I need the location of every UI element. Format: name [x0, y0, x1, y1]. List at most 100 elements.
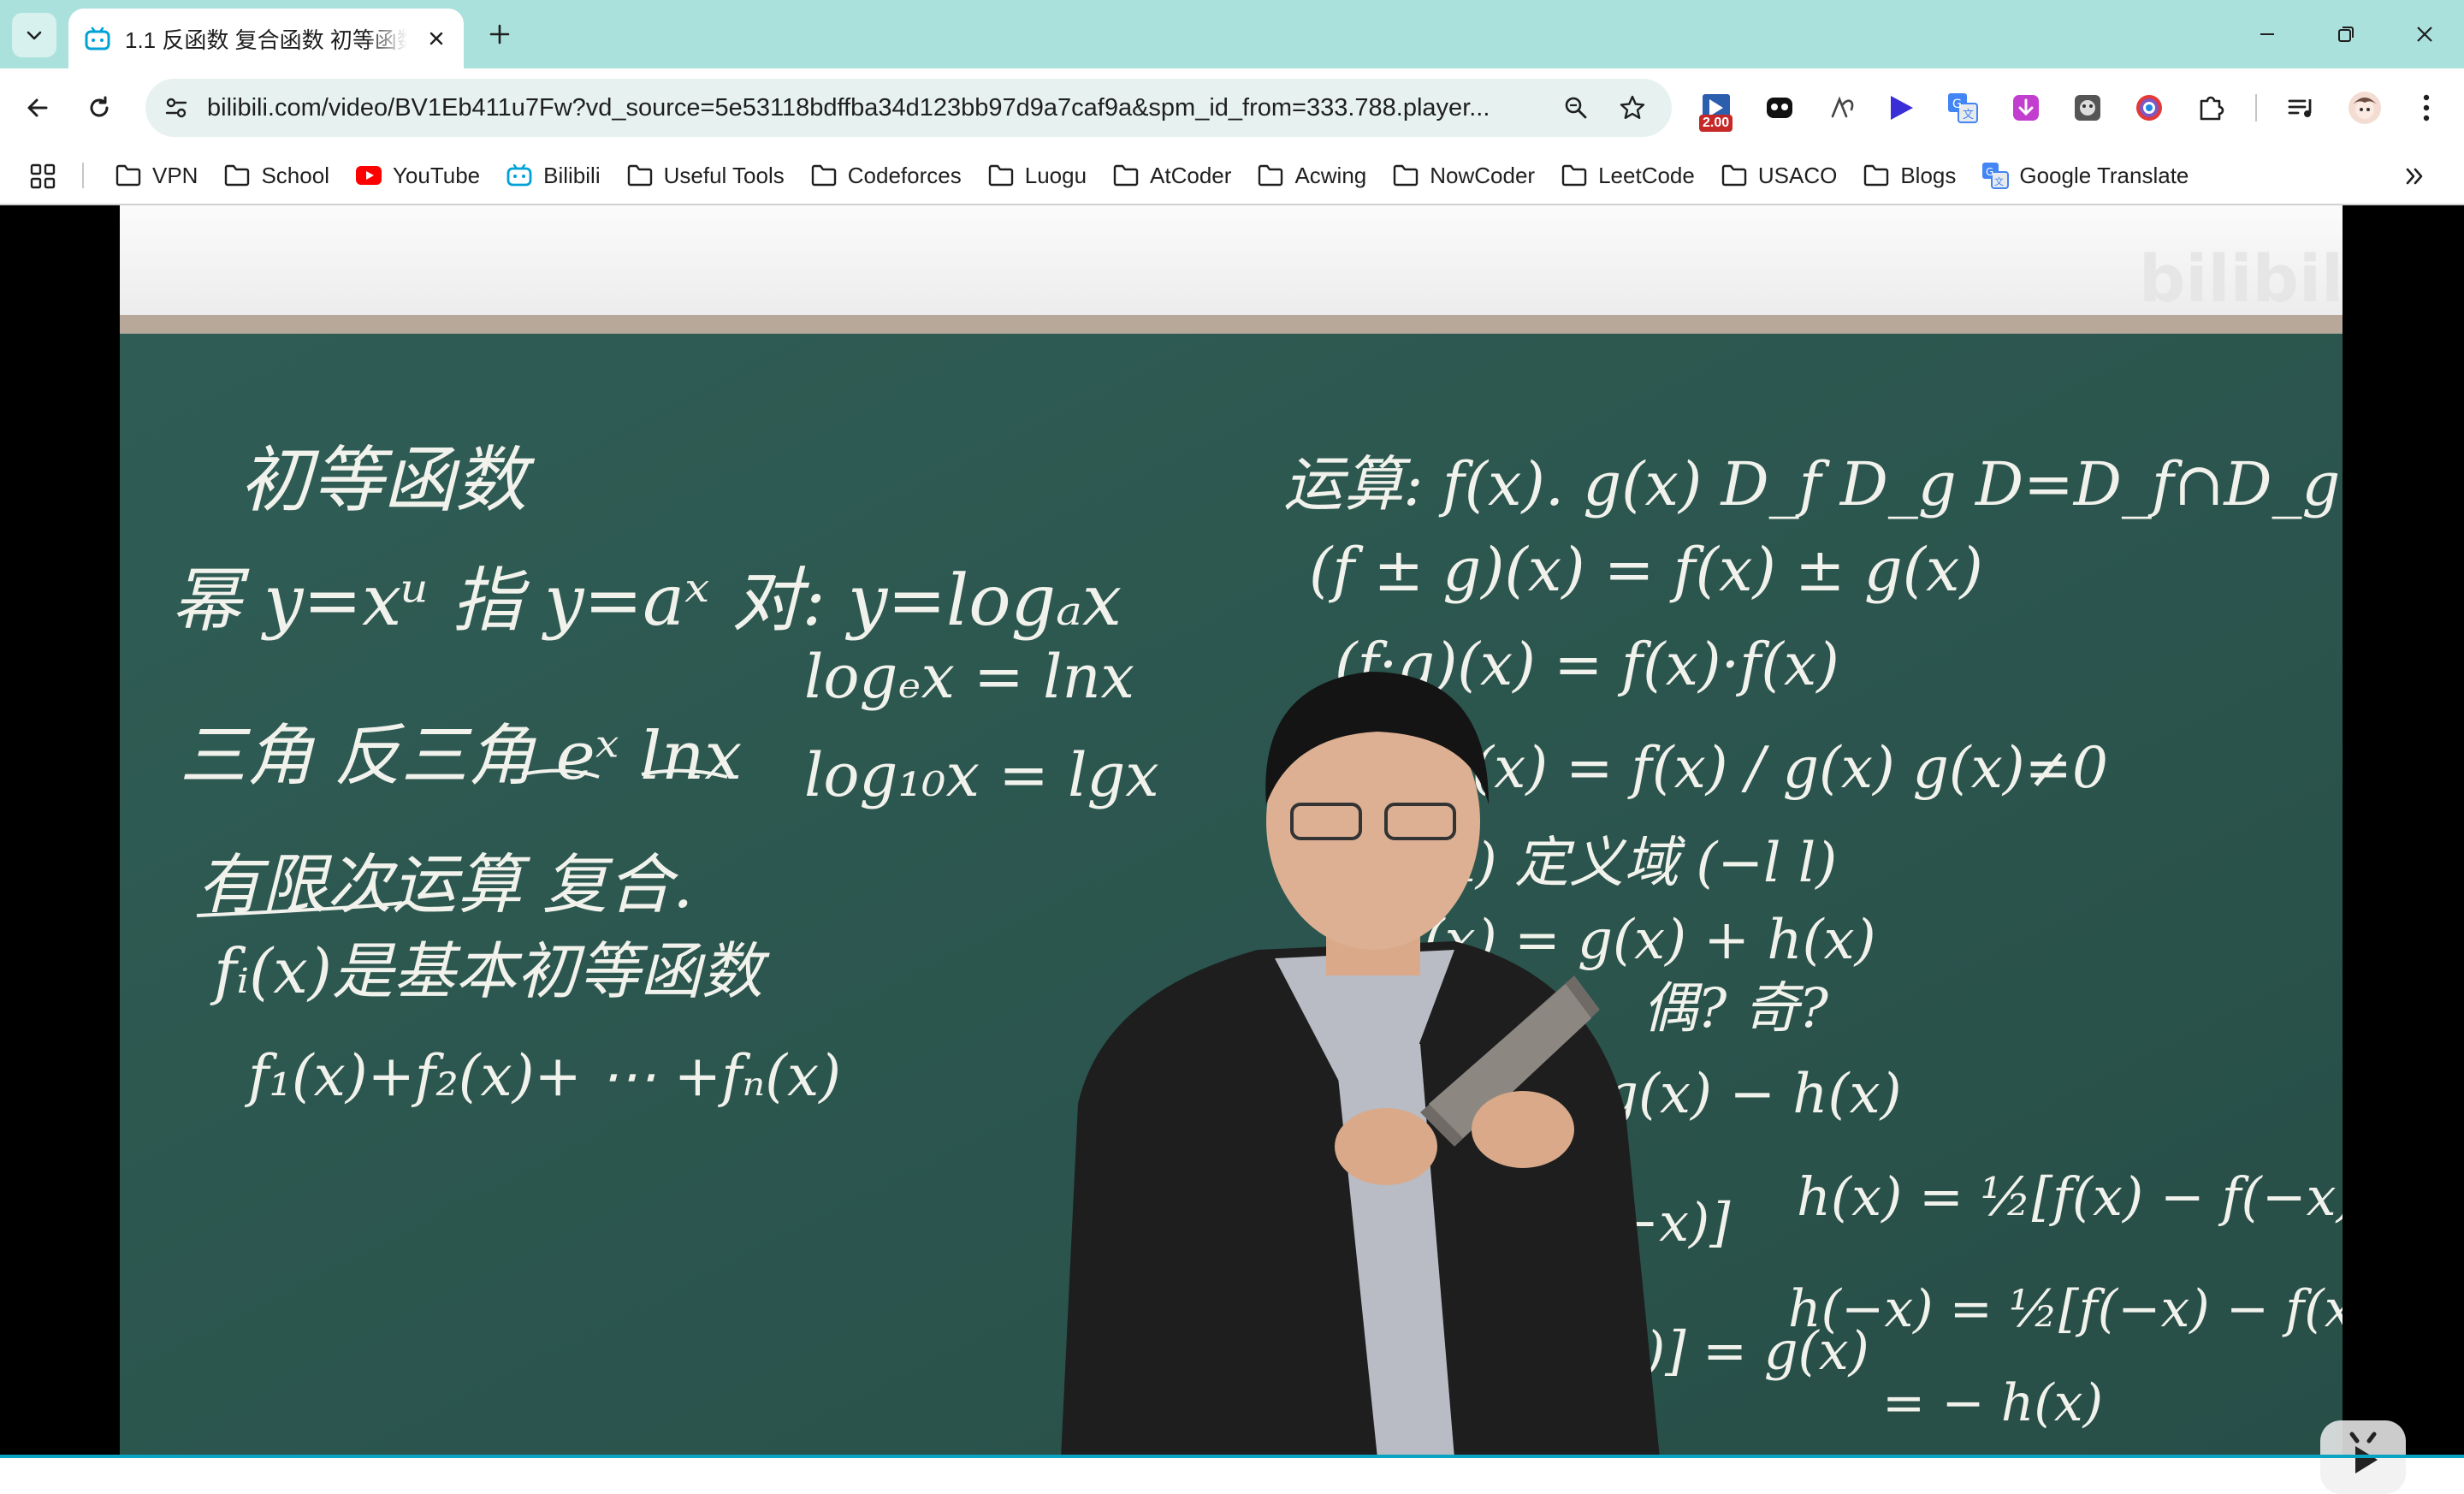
bookmark-atcoder[interactable]: AtCoder [1107, 155, 1245, 196]
bookmark-label: AtCoder [1150, 162, 1232, 188]
bilibili-watermark: bilibili [2139, 240, 2343, 317]
board-right-heading: 运算: f(x). g(x) D_f D_g D=D_f∩D_g ≠ φ [1283, 449, 2343, 519]
apps-grid-icon[interactable] [26, 159, 60, 193]
back-arrow-icon [27, 98, 48, 117]
download-extension-icon[interactable] [2005, 87, 2046, 128]
speed-extension-icon[interactable]: 2.00 [1696, 87, 1737, 132]
profile-avatar[interactable] [2344, 87, 2385, 128]
folder-icon [1719, 160, 1750, 191]
tab-search-button[interactable] [12, 13, 56, 57]
bookmark-bilibili[interactable]: Bilibili [500, 155, 613, 196]
toolbar: bilibili.com/video/BV1Eb411u7Fw?vd_sourc… [0, 68, 2464, 147]
bookmark-nowcoder[interactable]: NowCoder [1387, 155, 1549, 196]
page-content: bilibili 初等函数 幂 y=xᵘ 指 y=aˣ 对: y=logₐx 三… [0, 205, 2464, 1494]
bookmark-useful-tools[interactable]: Useful Tools [621, 155, 798, 196]
minimize-icon [2260, 33, 2274, 35]
address-bar[interactable]: bilibili.com/video/BV1Eb411u7Fw?vd_sourc… [145, 79, 1672, 137]
reader-extension-icon[interactable] [1822, 87, 1863, 128]
bookmarks-bar: VPN School YouTube Bilibili Useful Tools Code… [0, 147, 2464, 204]
bookmark-label: Useful Tools [663, 162, 785, 188]
zoom-icon[interactable] [1557, 89, 1595, 127]
active-tab[interactable]: 1.1 反函数 复合函数 初等函数_哔哩哔哩_bilibili [68, 9, 464, 68]
board-frame [120, 315, 2343, 334]
bookmark-codeforces[interactable]: Codeforces [805, 155, 975, 196]
reload-button[interactable] [77, 86, 121, 130]
translate-extension-icon[interactable]: G文 [1942, 87, 1983, 128]
board-right-line1: (f ± g)(x) = f(x) ± g(x) [1309, 535, 1983, 605]
progress-bar [0, 1455, 2464, 1458]
board-left-line1: 幂 y=xᵘ 指 y=aˣ 对: y=logₐx [171, 560, 1122, 642]
restore-icon [2338, 27, 2354, 42]
folder-icon [1255, 160, 1286, 191]
bookmark-star-icon[interactable] [1614, 89, 1651, 127]
wall [120, 205, 2343, 320]
bookmark-label: Luogu [1024, 162, 1087, 188]
bookmark-youtube[interactable]: YouTube [350, 155, 494, 196]
svg-text:文: 文 [1963, 109, 1974, 122]
folder-icon [986, 160, 1016, 191]
bookmark-label: USACO [1757, 162, 1838, 188]
reload-icon [90, 96, 109, 117]
folder-icon [1861, 160, 1892, 191]
chevron-down-icon [27, 31, 42, 40]
bookmark-google-translate[interactable]: G 文 Google Translate [1976, 155, 2202, 196]
close-window-icon [2417, 27, 2432, 42]
bookmark-label: School [261, 162, 329, 188]
bookmark-vpn[interactable]: VPN [110, 155, 211, 196]
bookmark-label: VPN [152, 162, 198, 188]
folder-icon [222, 160, 252, 191]
bookmark-label: YouTube [392, 162, 481, 188]
more-bookmarks-icon[interactable] [2396, 159, 2433, 193]
url-text[interactable]: bilibili.com/video/BV1Eb411u7Fw?vd_sourc… [207, 94, 1542, 122]
bookmark-label: Acwing [1294, 162, 1367, 188]
close-window-button[interactable] [2394, 12, 2455, 56]
bookmark-luogu[interactable]: Luogu [982, 155, 1100, 196]
folder-icon [625, 160, 655, 191]
site-info-icon[interactable] [157, 89, 195, 127]
bookmark-school[interactable]: School [218, 155, 343, 196]
speed-badge: 2.00 [1699, 115, 1733, 132]
folder-icon [1559, 160, 1590, 191]
bookmark-label: NowCoder [1430, 162, 1536, 188]
restore-button[interactable] [2315, 12, 2377, 56]
bookmark-blogs[interactable]: Blogs [1857, 155, 1969, 196]
folder-icon [113, 160, 144, 191]
minimize-button[interactable] [2236, 12, 2298, 56]
svg-text:G: G [1952, 98, 1962, 111]
play-extension-icon[interactable] [1881, 87, 1922, 128]
video-frame: bilibili 初等函数 幂 y=xᵘ 指 y=aˣ 对: y=logₐx 三… [120, 205, 2343, 1458]
bilibili-tv-icon [85, 27, 110, 50]
board-left-line6: fᵢ(x)是基本初等函数 [210, 935, 770, 1007]
media-control-icon[interactable] [2281, 87, 2322, 128]
board-left-line7: f₁(x)+f₂(x)+ ⋯ +fₙ(x) [244, 1043, 841, 1109]
bookmark-leetcode[interactable]: LeetCode [1555, 155, 1709, 196]
tab-strip: 1.1 反函数 复合函数 初等函数_哔哩哔哩_bilibili [0, 0, 2464, 68]
board-left-heading: 初等函数 [240, 438, 536, 522]
extensions-puzzle-icon[interactable] [2190, 87, 2231, 128]
board-right-line8: h(x) = ½[f(x) − f(−x)] [1797, 1165, 2343, 1228]
back-button[interactable] [15, 86, 60, 130]
menu-kebab-icon[interactable] [2406, 87, 2447, 128]
board-left-line3: logₑx = lnx [804, 642, 1134, 712]
game-extension-icon[interactable] [1759, 87, 1800, 128]
color-extension-icon[interactable] [2129, 87, 2170, 128]
new-tab-button[interactable] [481, 15, 518, 53]
board-right-line10: h(−x) = ½[f(−x) − f(x)] [1788, 1279, 2343, 1339]
mask-extension-icon[interactable] [2067, 87, 2108, 128]
video-player[interactable]: bilibili 初等函数 幂 y=xᵘ 指 y=aˣ 对: y=logₐx 三… [120, 205, 2343, 1458]
folder-icon [1111, 160, 1141, 191]
bookmark-label: Blogs [1900, 162, 1957, 188]
close-icon[interactable] [421, 23, 452, 54]
bookmark-acwing[interactable]: Acwing [1252, 155, 1380, 196]
folder-icon [808, 160, 839, 191]
bookmarks-list: VPN School YouTube Bilibili Useful Tools Code… [110, 147, 2209, 204]
google-translate-icon: G文 [1980, 160, 2011, 191]
svg-text:G: G [1986, 166, 1993, 178]
bookmark-label: Google Translate [2019, 162, 2189, 188]
board-right-line6: 偶? 奇? [1643, 977, 1829, 1040]
bookmark-usaco[interactable]: USACO [1715, 155, 1851, 196]
bookmark-label: Bilibili [543, 162, 601, 188]
youtube-icon [353, 160, 384, 191]
plus-icon [489, 24, 510, 44]
board-right-line12: = − h(x) [1882, 1373, 2103, 1433]
